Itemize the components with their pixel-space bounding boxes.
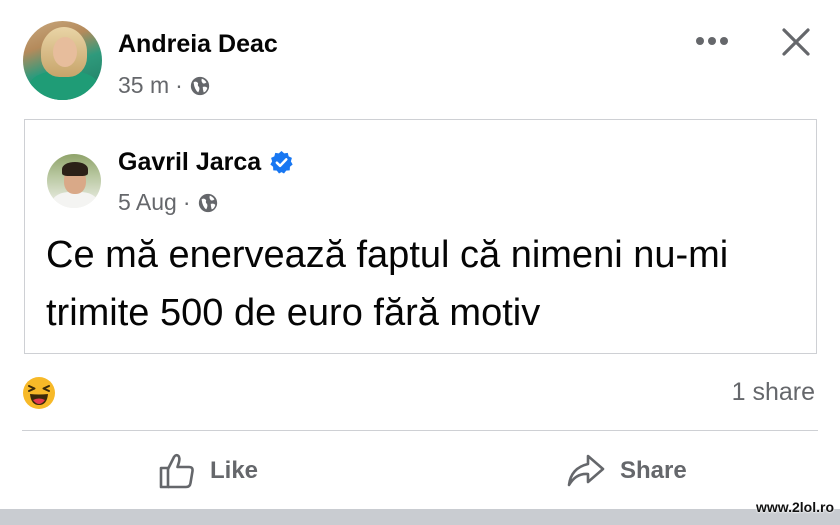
share-count[interactable]: 1 share [732,378,815,407]
shared-post-meta: 5 Aug · [118,189,219,216]
avatar-hair [62,162,88,176]
globe-icon [190,76,209,95]
more-options-button[interactable] [690,24,734,58]
reaction-summary: 1 share [0,368,840,418]
close-icon [782,28,810,56]
share-arrow-icon [567,454,605,487]
shared-post-card[interactable]: Gavril Jarca 5 Aug · Ce mă enervează fap… [24,119,817,354]
close-button[interactable] [776,22,816,62]
shared-author-name: Gavril Jarca [118,148,294,177]
avatar-shirt [53,192,97,208]
share-button[interactable]: Share [566,441,687,501]
shared-author-name-text[interactable]: Gavril Jarca [118,148,261,177]
like-button[interactable]: Like [158,441,258,501]
avatar-face [53,37,77,67]
more-options-icon [696,37,728,45]
share-label: Share [620,457,687,484]
verified-badge-icon [270,151,293,174]
thumbs-up-icon [159,453,194,489]
like-label: Like [210,457,259,484]
post-header: Andreia Deac 35 m · [0,0,840,110]
avatar[interactable] [23,21,102,100]
globe-icon [198,193,217,212]
bottom-separator-bar [0,509,840,525]
haha-reaction-icon[interactable] [22,376,56,410]
post-time[interactable]: 35 m [118,72,169,99]
meta-separator: · [182,189,191,215]
post-actions: Like Share [0,441,840,503]
author-name[interactable]: Andreia Deac [118,30,278,59]
watermark: www.2lol.ro [755,499,834,515]
post-text: Ce mă enervează faptul că nimeni nu-mi t… [46,234,729,334]
meta-separator: · [175,72,183,98]
shared-author-avatar[interactable] [47,154,101,208]
divider [22,430,818,431]
post-meta: 35 m · [118,72,211,99]
shared-post-date[interactable]: 5 Aug [118,189,177,216]
